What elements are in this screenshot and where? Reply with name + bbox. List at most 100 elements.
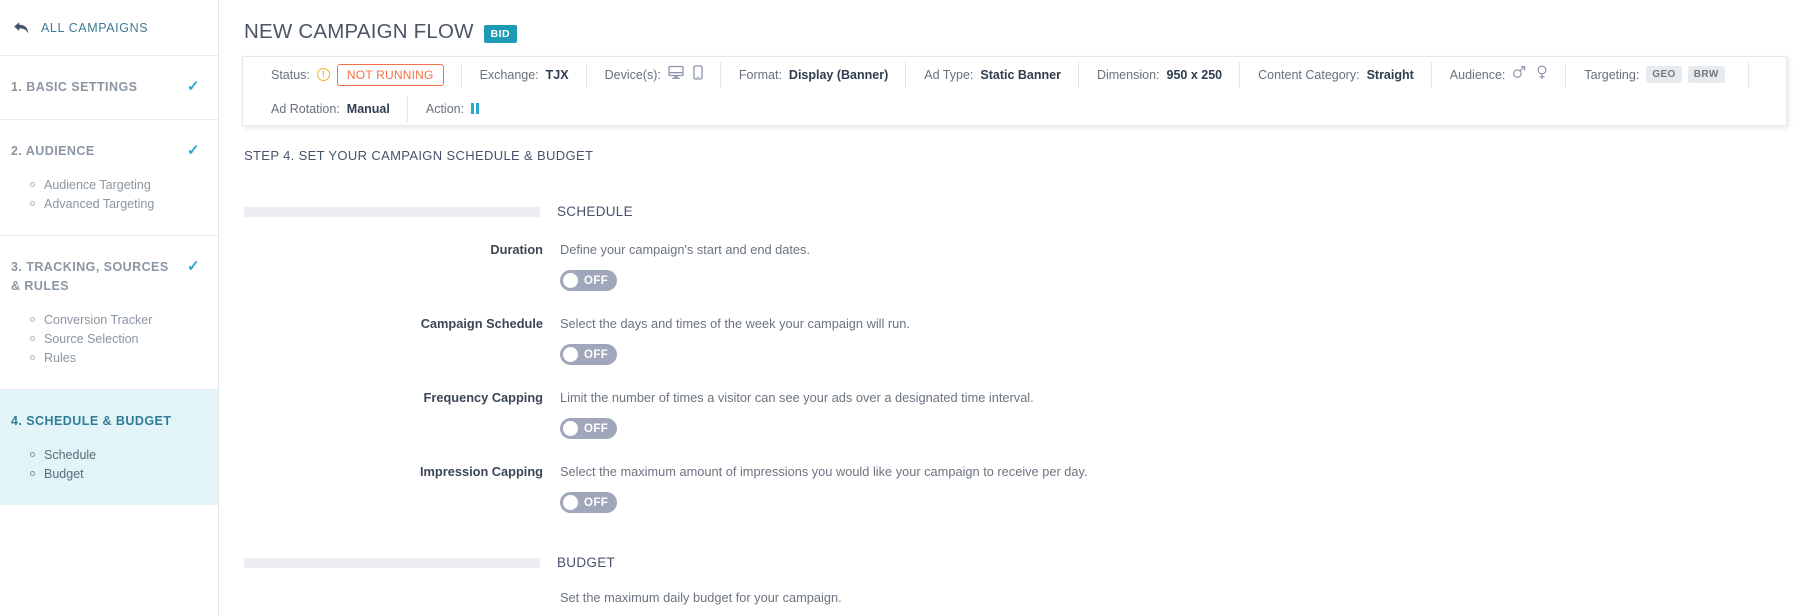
sidebar-item-budget[interactable]: Budget bbox=[0, 464, 218, 483]
toggle-campaign-schedule[interactable]: OFF bbox=[560, 344, 617, 365]
bullet-icon bbox=[30, 317, 35, 322]
sidebar-section-header[interactable]: 3. TRACKING, SOURCES & RULES ✓ bbox=[0, 258, 218, 296]
bullet-icon bbox=[30, 452, 35, 457]
sidebar-section-header[interactable]: 4. SCHEDULE & BUDGET bbox=[0, 412, 218, 431]
field-description: Limit the number of times a visitor can … bbox=[560, 390, 1034, 405]
toggle-duration[interactable]: OFF bbox=[560, 270, 617, 291]
form-row-duration: Duration Define your campaign's start an… bbox=[219, 241, 1815, 293]
toggle-knob bbox=[563, 347, 578, 362]
sidebar-subitem-label: Rules bbox=[44, 350, 76, 365]
summary-field-ad-type: Ad Type: Static Banner bbox=[905, 61, 1078, 88]
toggle-state-label: OFF bbox=[584, 348, 609, 361]
toggle-frequency-capping[interactable]: OFF bbox=[560, 418, 617, 439]
male-icon bbox=[1512, 65, 1526, 84]
all-campaigns-link[interactable]: ALL CAMPAIGNS bbox=[0, 0, 218, 56]
targeting-tag-geo[interactable]: GEO bbox=[1646, 66, 1682, 83]
summary-row-2: Ad Rotation: Manual Action: bbox=[243, 92, 1786, 125]
status-badge: BID bbox=[483, 25, 517, 43]
field-body: Limit the number of times a visitor can … bbox=[560, 389, 1034, 441]
section-header-budget: BUDGET bbox=[244, 555, 1815, 570]
summary-label: Action: bbox=[425, 101, 465, 116]
section-header-schedule: SCHEDULE bbox=[244, 204, 1815, 219]
summary-label: Status: bbox=[271, 67, 310, 82]
main-content: NEW CAMPAIGN FLOW BID Status: ! NOT RUNN… bbox=[219, 0, 1815, 616]
sidebar-subitems: Audience Targeting Advanced Targeting bbox=[0, 175, 218, 213]
mobile-icon bbox=[693, 64, 703, 85]
sidebar-item-schedule[interactable]: Schedule bbox=[0, 445, 218, 464]
campaign-summary-panel: Status: ! NOT RUNNING Exchange: TJX Devi… bbox=[242, 56, 1787, 126]
form-row-campaign-schedule: Campaign Schedule Select the days and ti… bbox=[219, 315, 1815, 367]
field-label: Campaign Schedule bbox=[420, 316, 543, 331]
sidebar-item-source-selection[interactable]: Source Selection bbox=[0, 329, 218, 348]
summary-field-targeting: Targeting: GEO BRW bbox=[1565, 61, 1747, 88]
check-icon: ✓ bbox=[186, 142, 200, 159]
section-title: SCHEDULE bbox=[557, 204, 633, 219]
sidebar-section-schedule-budget[interactable]: 4. SCHEDULE & BUDGET Schedule Budget bbox=[0, 390, 218, 505]
toggle-knob bbox=[563, 273, 578, 288]
bullet-icon bbox=[30, 201, 35, 206]
summary-label: Targeting: bbox=[1584, 67, 1640, 82]
section-divider-bar bbox=[244, 557, 540, 568]
summary-field-content-category: Content Category: Straight bbox=[1239, 61, 1431, 88]
sidebar-section-tracking-sources-rules[interactable]: 3. TRACKING, SOURCES & RULES ✓ Conversio… bbox=[0, 236, 218, 390]
section-title: BUDGET bbox=[557, 555, 616, 570]
sidebar-item-rules[interactable]: Rules bbox=[0, 348, 218, 367]
sidebar-item-audience-targeting[interactable]: Audience Targeting bbox=[0, 175, 218, 194]
field-label: Duration bbox=[490, 242, 543, 257]
sidebar-item-label: 3. TRACKING, SOURCES & RULES bbox=[11, 260, 169, 293]
budget-description: Set the maximum daily budget for your ca… bbox=[560, 590, 842, 605]
summary-value: Display (Banner) bbox=[788, 67, 889, 82]
summary-label: Content Category: bbox=[1258, 67, 1360, 82]
sidebar-section-header[interactable]: 2. AUDIENCE ✓ bbox=[0, 142, 218, 161]
field-body: Select the maximum amount of impressions… bbox=[560, 463, 1088, 515]
form-row-frequency-capping: Frequency Capping Limit the number of ti… bbox=[219, 389, 1815, 441]
summary-field-dimension: Dimension: 950 x 250 bbox=[1077, 61, 1239, 88]
schedule-budget-form: SCHEDULE Duration Define your campaign's… bbox=[219, 204, 1815, 605]
summary-field-devices: Device(s): bbox=[585, 61, 720, 88]
sidebar-section-header[interactable]: 1. BASIC SETTINGS ✓ bbox=[0, 78, 218, 97]
sidebar-item-label: 4. SCHEDULE & BUDGET bbox=[11, 414, 172, 428]
summary-label: Audience: bbox=[1449, 67, 1506, 82]
app-root: ALL CAMPAIGNS 1. BASIC SETTINGS ✓ 2. AUD… bbox=[0, 0, 1815, 616]
summary-label: Dimension: bbox=[1096, 67, 1160, 82]
sidebar-item-label: 1. BASIC SETTINGS bbox=[11, 80, 138, 94]
summary-field-status: Status: ! NOT RUNNING bbox=[271, 62, 461, 88]
sidebar-item-advanced-targeting[interactable]: Advanced Targeting bbox=[0, 194, 218, 213]
summary-label: Ad Type: bbox=[924, 67, 974, 82]
toggle-knob bbox=[563, 421, 578, 436]
sidebar-subitem-label: Schedule bbox=[44, 447, 97, 462]
summary-field-audience: Audience: bbox=[1430, 61, 1566, 88]
sidebar-subitem-label: Audience Targeting bbox=[44, 177, 151, 192]
form-row-impression-capping: Impression Capping Select the maximum am… bbox=[219, 463, 1815, 515]
status-not-running-button[interactable]: NOT RUNNING bbox=[336, 63, 444, 86]
page-step-title: STEP 4. SET YOUR CAMPAIGN SCHEDULE & BUD… bbox=[244, 148, 594, 163]
sidebar-subitem-label: Budget bbox=[44, 466, 84, 481]
toggle-knob bbox=[563, 495, 578, 510]
toggle-state-label: OFF bbox=[584, 422, 609, 435]
audience-icons bbox=[1512, 64, 1548, 85]
summary-field-ad-rotation: Ad Rotation: Manual bbox=[271, 96, 407, 122]
summary-label: Ad Rotation: bbox=[271, 101, 340, 116]
bullet-icon bbox=[30, 355, 35, 360]
field-label: Impression Capping bbox=[419, 464, 543, 479]
field-body: Define your campaign's start and end dat… bbox=[560, 241, 810, 293]
summary-value: Manual bbox=[346, 101, 390, 116]
summary-row-1: Status: ! NOT RUNNING Exchange: TJX Devi… bbox=[243, 57, 1786, 92]
pause-icon[interactable] bbox=[471, 103, 480, 114]
female-icon bbox=[1536, 64, 1548, 85]
summary-value: Static Banner bbox=[980, 67, 1061, 82]
summary-value: Straight bbox=[1366, 67, 1414, 82]
field-description: Select the maximum amount of impressions… bbox=[560, 464, 1088, 479]
bullet-icon bbox=[30, 182, 35, 187]
sidebar-section-audience[interactable]: 2. AUDIENCE ✓ Audience Targeting Advance… bbox=[0, 120, 218, 236]
targeting-tag-brw[interactable]: BRW bbox=[1687, 66, 1725, 83]
summary-label: Device(s): bbox=[604, 67, 661, 82]
sidebar-item-conversion-tracker[interactable]: Conversion Tracker bbox=[0, 310, 218, 329]
sidebar-section-basic-settings[interactable]: 1. BASIC SETTINGS ✓ bbox=[0, 56, 218, 120]
page-title-text: NEW CAMPAIGN FLOW bbox=[244, 20, 474, 43]
sidebar-subitems: Schedule Budget bbox=[0, 445, 218, 483]
check-icon: ✓ bbox=[186, 258, 200, 275]
sidebar-item-label: 2. AUDIENCE bbox=[11, 144, 95, 158]
sidebar-subitem-label: Conversion Tracker bbox=[44, 312, 153, 327]
toggle-impression-capping[interactable]: OFF bbox=[560, 492, 617, 513]
